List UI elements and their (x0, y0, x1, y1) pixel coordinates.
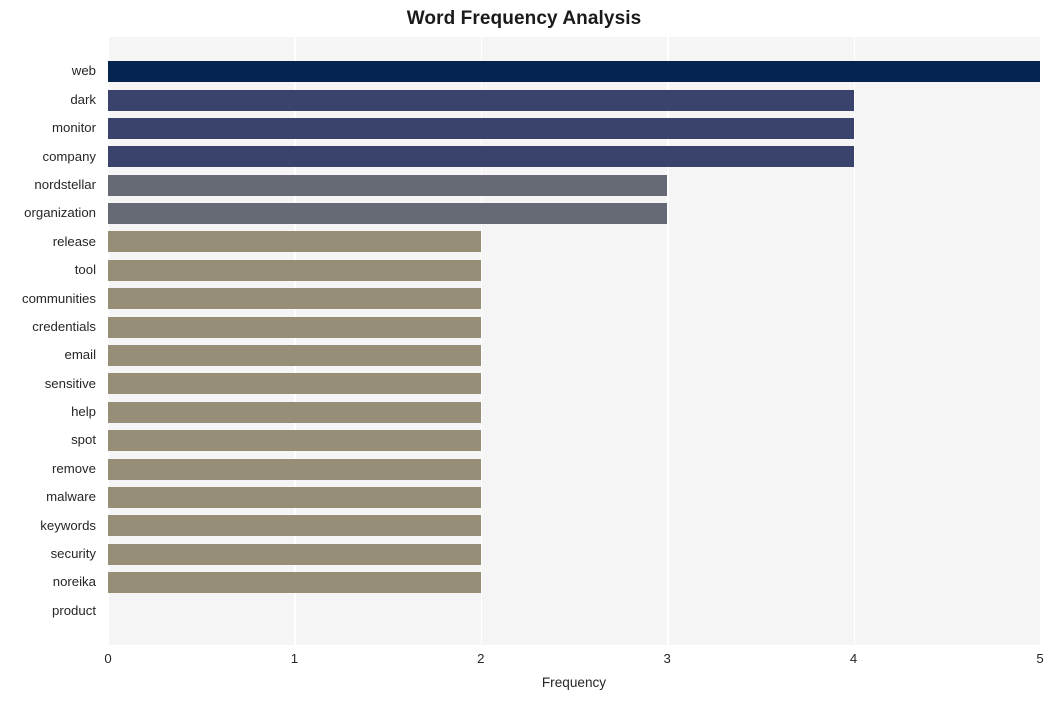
y-tick-label-web: web (71, 63, 96, 79)
bar-email (108, 344, 481, 366)
y-tick-label-remove: remove (52, 460, 96, 476)
bar-web (108, 61, 1040, 83)
bar-help (108, 401, 481, 423)
x-tick-label-3: 3 (663, 651, 671, 666)
y-tick-label-communities: communities (21, 290, 96, 306)
x-tick-label-1: 1 (290, 651, 299, 666)
bar-release (108, 231, 481, 253)
y-tick-label-help: help (71, 404, 96, 420)
y-tick-label-email: email (64, 347, 96, 363)
chart-title: Word Frequency Analysis (406, 8, 642, 29)
y-tick-label-security: security (50, 545, 96, 561)
bar-company (108, 146, 854, 168)
bar-tool (108, 259, 481, 281)
x-tick-label-0: 0 (104, 651, 112, 666)
bar-nordstellar (108, 174, 668, 196)
y-axis-tick-labels: web dark monitor company nordstellar organiza… (0, 37, 102, 645)
y-tick-label-company: company (42, 148, 96, 164)
word-frequency-chart-figure: Word Frequency Analysis web dark monitor co… (0, 0, 1048, 701)
y-tick-label-keywords: keywords (40, 517, 96, 533)
x-axis-tick-labels: 0 1 2 3 4 5 (0, 650, 1048, 670)
y-tick-label-organization: organization (24, 205, 96, 221)
y-tick-label-malware: malware (46, 489, 96, 505)
gridline (1040, 37, 1042, 645)
bar-communities (108, 288, 481, 310)
y-tick-label-monitor: monitor (52, 120, 96, 136)
bar-sensitive (108, 373, 481, 395)
y-tick-label-nordstellar: nordstellar (34, 176, 96, 192)
bar-dark (108, 89, 854, 111)
y-tick-label-spot: spot (71, 432, 96, 448)
x-tick-label-4: 4 (849, 651, 858, 666)
y-tick-label-tool: tool (74, 262, 96, 278)
bar-monitor (108, 117, 854, 139)
y-tick-label-sensitive: sensitive (44, 375, 96, 391)
bar-malware (108, 486, 481, 508)
y-tick-label-credentials: credentials (32, 318, 96, 334)
bar-organization (108, 203, 668, 225)
bar-credentials (108, 316, 481, 338)
bars-layer (108, 37, 1040, 645)
bar-security (108, 543, 481, 565)
y-tick-label-noreika: noreika (52, 574, 96, 590)
y-tick-label-dark: dark (70, 91, 96, 107)
bar-spot (108, 430, 481, 452)
bar-noreika (108, 572, 481, 594)
x-tick-label-5: 5 (1036, 651, 1044, 666)
x-axis-title: Frequency (541, 675, 607, 690)
y-tick-label-release: release (52, 233, 96, 249)
plot-area (108, 37, 1042, 645)
bar-remove (108, 458, 481, 480)
y-tick-label-product: product (52, 602, 96, 618)
x-tick-label-2: 2 (477, 651, 485, 666)
bar-keywords (108, 515, 481, 537)
